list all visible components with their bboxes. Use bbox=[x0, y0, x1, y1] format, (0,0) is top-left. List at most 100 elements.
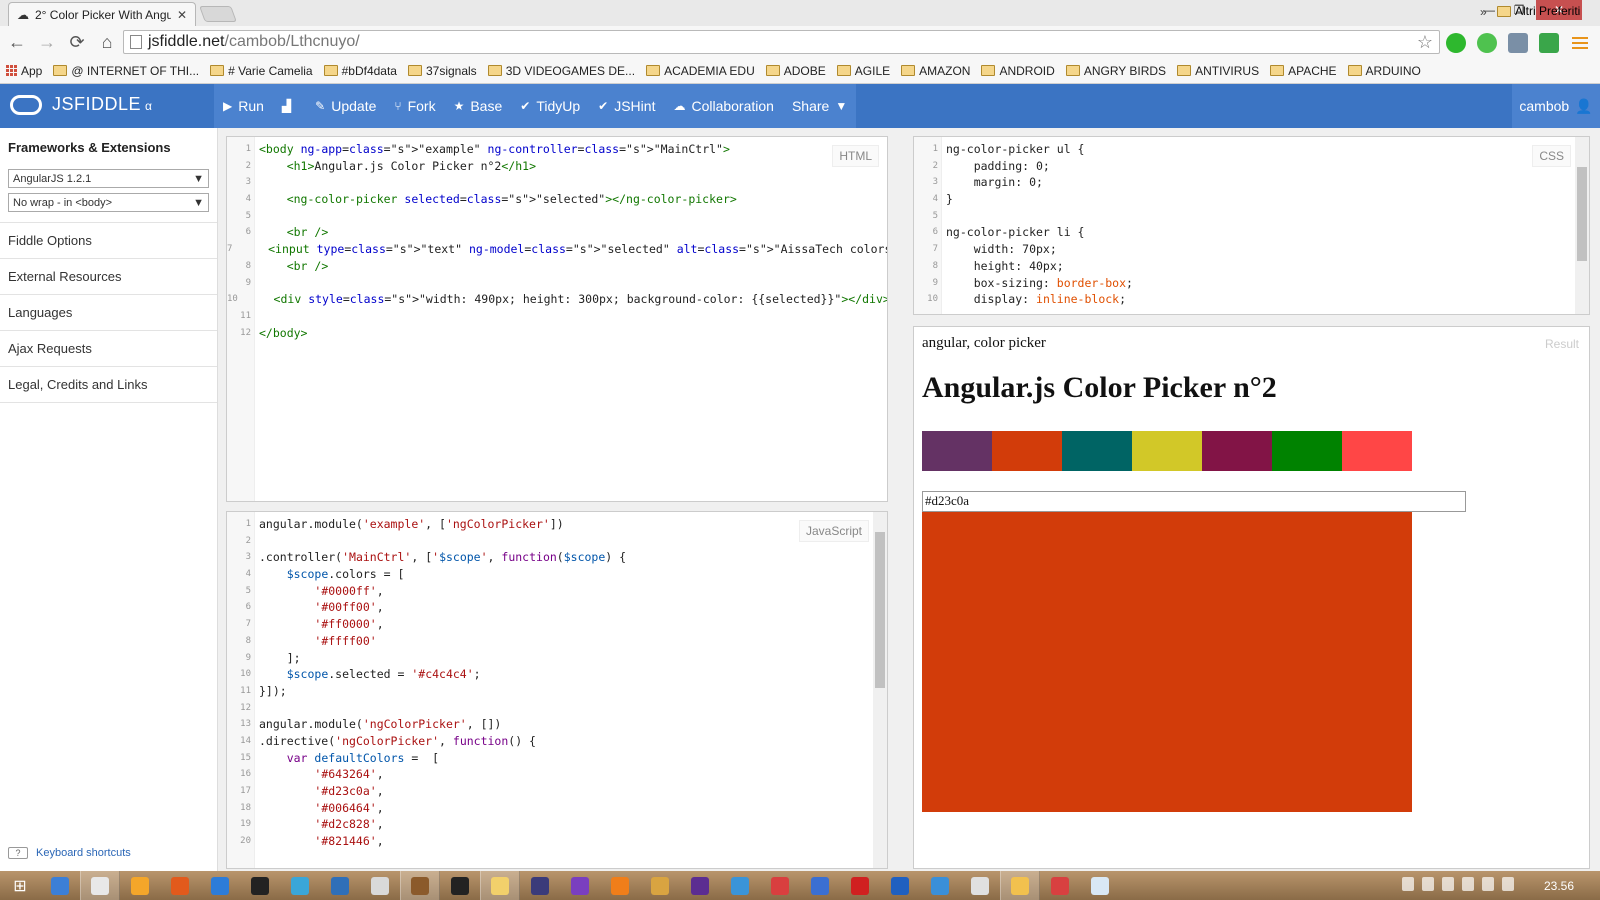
code-line[interactable]: 3 margin: 0; bbox=[914, 174, 1589, 191]
code-line[interactable]: 9 ]; bbox=[227, 650, 887, 667]
code-line[interactable]: 3 .controller('MainCtrl', ['$scope', func… bbox=[227, 549, 887, 566]
bookmark-item[interactable]: AGILE bbox=[836, 64, 890, 78]
bookmark-item[interactable]: ACADEMIA EDU bbox=[646, 64, 755, 78]
bookmark-item[interactable]: # Varie Camelia bbox=[210, 64, 313, 78]
bookmark-item[interactable]: AMAZON bbox=[901, 64, 970, 78]
settings-button[interactable]: ▟ bbox=[273, 84, 306, 128]
forward-icon[interactable]: → bbox=[34, 29, 60, 55]
html-panel[interactable]: 1 <body ng-app=class="s">"example" ng-con… bbox=[226, 136, 888, 502]
run-button[interactable]: ▶ Run bbox=[214, 84, 273, 128]
code-line[interactable]: 2 bbox=[227, 533, 887, 550]
javascript-panel[interactable]: 1 angular.module('example', ['ngColorPick… bbox=[226, 511, 888, 869]
code-line[interactable]: 4 $scope.colors = [ bbox=[227, 566, 887, 583]
keyboard-shortcuts-link[interactable]: ? Keyboard shortcuts bbox=[8, 847, 131, 859]
code-line[interactable]: 6 ng-color-picker li { bbox=[914, 224, 1589, 241]
code-line[interactable]: 4 <ng-color-picker selected=class="s">"s… bbox=[227, 191, 887, 208]
code-line[interactable]: 20 '#821446', bbox=[227, 833, 887, 850]
back-icon[interactable]: ← bbox=[4, 29, 30, 55]
browser-tab[interactable]: ☁ 2° Color Picker With Angu ✕ bbox=[8, 2, 196, 26]
css-scrollbar[interactable] bbox=[1575, 137, 1589, 314]
wrap-select[interactable]: No wrap - in <body> ▼ bbox=[8, 193, 209, 212]
taskbar-app-icon[interactable] bbox=[560, 871, 600, 900]
taskbar-app-icon[interactable] bbox=[400, 871, 440, 900]
code-line[interactable]: 5 bbox=[914, 208, 1589, 225]
taskbar-app-icon[interactable] bbox=[640, 871, 680, 900]
code-line[interactable]: 2 <h1>Angular.js Color Picker n°2</h1> bbox=[227, 158, 887, 175]
taskbar-app-icon[interactable] bbox=[120, 871, 160, 900]
css-code[interactable]: 1 ng-color-picker ul {2 padding: 0; 3 marg… bbox=[914, 141, 1589, 308]
sidebar-item-external-resources[interactable]: External Resources bbox=[0, 259, 217, 295]
jshint-button[interactable]: ✔ JSHint bbox=[589, 84, 664, 128]
chrome-menu-icon[interactable] bbox=[1572, 37, 1588, 49]
css-scrollbar-thumb[interactable] bbox=[1577, 167, 1587, 261]
code-line[interactable]: 7 width: 70px; bbox=[914, 241, 1589, 258]
tray-drive-icon[interactable] bbox=[1422, 877, 1434, 891]
sidebar-item-fiddle-options[interactable]: Fiddle Options bbox=[0, 223, 217, 259]
code-line[interactable]: 11}]); bbox=[227, 683, 887, 700]
code-line[interactable]: 1 angular.module('example', ['ngColorPick… bbox=[227, 516, 887, 533]
taskbar-app-icon[interactable] bbox=[720, 871, 760, 900]
bookmark-item[interactable]: ANGRY BIRDS bbox=[1065, 64, 1166, 78]
taskbar-app-icon[interactable] bbox=[320, 871, 360, 900]
code-line[interactable]: 16 '#643264', bbox=[227, 766, 887, 783]
bookmark-star-icon[interactable]: ☆ bbox=[1417, 32, 1433, 53]
javascript-code[interactable]: 1 angular.module('example', ['ngColorPick… bbox=[227, 516, 887, 850]
user-menu[interactable]: cambob 👤 bbox=[1512, 84, 1600, 128]
taskbar-app-icon[interactable] bbox=[880, 871, 920, 900]
code-line[interactable]: 14 .directive('ngColorPicker', function()… bbox=[227, 733, 887, 750]
color-swatch[interactable] bbox=[1062, 431, 1132, 471]
code-line[interactable]: 13 angular.module('ngColorPicker', []) bbox=[227, 716, 887, 733]
color-input[interactable]: #d23c0a bbox=[922, 491, 1466, 512]
bookmark-item[interactable]: ANDROID bbox=[981, 64, 1055, 78]
bookmark-item[interactable]: ANTIVIRUS bbox=[1177, 64, 1259, 78]
tray-power-icon[interactable] bbox=[1442, 877, 1454, 891]
taskbar-app-icon[interactable] bbox=[1080, 871, 1120, 900]
taskbar-app-icon[interactable] bbox=[800, 871, 840, 900]
code-line[interactable]: 1 <body ng-app=class="s">"example" ng-con… bbox=[227, 141, 887, 158]
code-line[interactable]: 7 '#ff0000', bbox=[227, 616, 887, 633]
code-line[interactable]: 7 <input type=class="s">"text" ng-model=… bbox=[227, 241, 887, 258]
code-line[interactable]: 17 '#d23c0a', bbox=[227, 783, 887, 800]
code-line[interactable]: 3 bbox=[227, 174, 887, 191]
code-line[interactable]: 9 box-sizing: border-box; bbox=[914, 275, 1589, 292]
taskbar-app-icon[interactable] bbox=[160, 871, 200, 900]
address-bar[interactable]: jsfiddle.net/cambob/Lthcnuyo/ ☆ bbox=[123, 30, 1440, 54]
base-button[interactable]: ★ Base bbox=[445, 84, 512, 128]
start-button[interactable]: ⊞ bbox=[0, 871, 40, 900]
code-line[interactable]: 12 bbox=[227, 700, 887, 717]
bookmark-item[interactable]: ARDUINO bbox=[1347, 64, 1421, 78]
code-line[interactable]: 8 height: 40px; bbox=[914, 258, 1589, 275]
taskbar-app-icon[interactable] bbox=[960, 871, 1000, 900]
taskbar-app-icon[interactable] bbox=[1000, 871, 1040, 900]
css-panel[interactable]: 1 ng-color-picker ul {2 padding: 0; 3 marg… bbox=[913, 136, 1590, 315]
bookmark-apps[interactable]: App bbox=[6, 64, 42, 78]
fork-button[interactable]: ⑂ Fork bbox=[385, 84, 444, 128]
extension-green-icon[interactable] bbox=[1446, 33, 1466, 53]
bookmark-item[interactable]: 37signals bbox=[407, 64, 477, 78]
color-swatch[interactable] bbox=[1132, 431, 1202, 471]
taskbar-app-icon[interactable] bbox=[40, 871, 80, 900]
taskbar-app-icon[interactable] bbox=[360, 871, 400, 900]
color-swatch[interactable] bbox=[1342, 431, 1412, 471]
other-bookmarks[interactable]: Altri Preferiti bbox=[1497, 4, 1580, 18]
tidyup-button[interactable]: ✔ TidyUp bbox=[511, 84, 589, 128]
code-line[interactable]: 9 bbox=[227, 275, 887, 292]
code-line[interactable]: 4} bbox=[914, 191, 1589, 208]
tray-signal-icon[interactable] bbox=[1482, 877, 1494, 891]
bookmark-item[interactable]: APACHE bbox=[1270, 64, 1337, 78]
taskbar-app-icon[interactable] bbox=[200, 871, 240, 900]
taskbar-app-icon[interactable] bbox=[520, 871, 560, 900]
code-line[interactable]: 8 <br /> bbox=[227, 258, 887, 275]
tray-flag-icon[interactable] bbox=[1462, 877, 1474, 891]
taskbar-app-icon[interactable] bbox=[680, 871, 720, 900]
extension-puzzle-icon[interactable] bbox=[1508, 33, 1528, 53]
new-tab-button[interactable] bbox=[199, 6, 237, 22]
code-line[interactable]: 10 <div style=class="s">"width: 490px; h… bbox=[227, 291, 887, 308]
color-swatch[interactable] bbox=[922, 431, 992, 471]
framework-select[interactable]: AngularJS 1.2.1 ▼ bbox=[8, 169, 209, 188]
close-tab-icon[interactable]: ✕ bbox=[177, 8, 187, 22]
bookmark-item[interactable]: @ INTERNET OF THI... bbox=[53, 64, 199, 78]
code-line[interactable]: 2 padding: 0; bbox=[914, 158, 1589, 175]
taskbar-clock[interactable]: 23.56 bbox=[1544, 879, 1574, 893]
color-swatch[interactable] bbox=[1272, 431, 1342, 471]
